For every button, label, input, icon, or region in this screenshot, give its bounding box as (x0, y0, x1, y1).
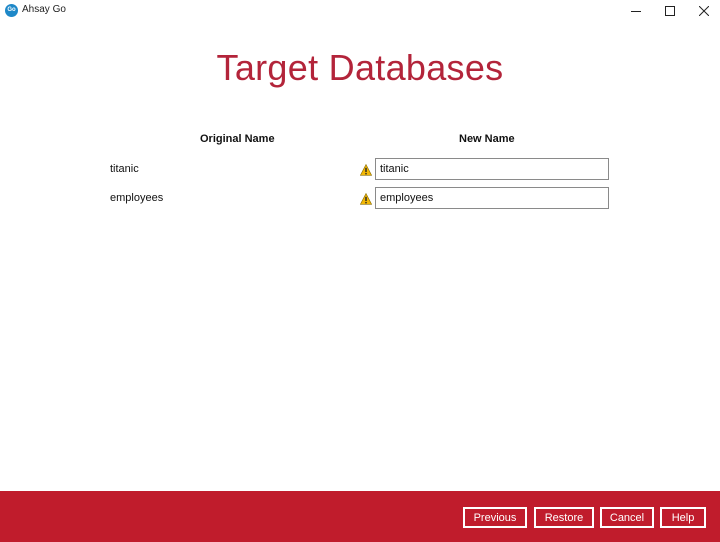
close-button[interactable] (686, 0, 720, 22)
app-logo-icon: Go (5, 4, 18, 17)
maximize-button[interactable] (652, 0, 688, 22)
new-name-input-titanic[interactable] (375, 158, 609, 180)
original-name-titanic: titanic (110, 163, 139, 175)
minimize-icon (631, 11, 641, 12)
warning-icon (360, 193, 372, 205)
page-title: Target Databases (216, 47, 504, 88)
restore-button[interactable]: Restore (534, 507, 594, 528)
original-name-employees: employees (110, 192, 164, 204)
footer-bar: Previous Restore Cancel Help (0, 491, 720, 542)
minimize-button[interactable] (618, 0, 654, 22)
help-button[interactable]: Help (660, 507, 706, 528)
warning-icon (360, 164, 372, 176)
maximize-icon (665, 6, 675, 16)
cancel-button[interactable]: Cancel (600, 507, 654, 528)
title-bar: Go Ahsay Go (0, 0, 720, 22)
close-icon (699, 6, 709, 16)
column-header-original-name: Original Name (200, 133, 275, 145)
new-name-input-employees[interactable] (375, 187, 609, 209)
window-title: Ahsay Go (22, 4, 66, 15)
column-header-new-name: New Name (459, 133, 515, 145)
previous-button[interactable]: Previous (463, 507, 527, 528)
